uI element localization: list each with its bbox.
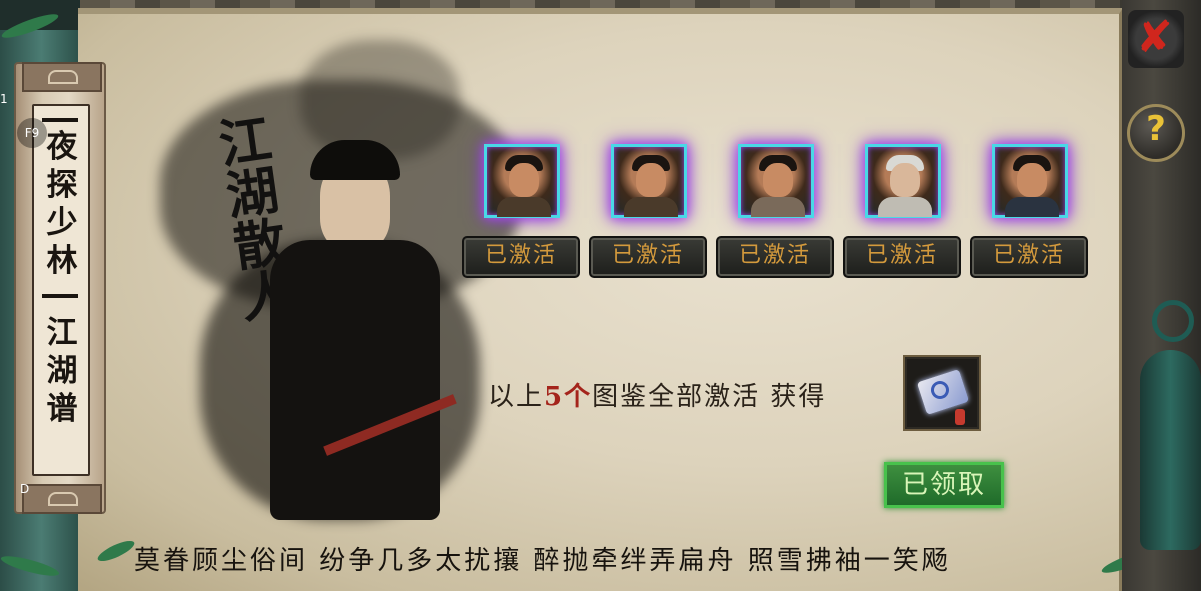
ink-painting: 江 湖 散 人 — [120, 40, 540, 540]
activated-button[interactable]: 已激活 — [589, 236, 707, 278]
portrait-body — [624, 197, 678, 217]
banner-title-char: 少 — [46, 205, 78, 241]
reward-item-slot[interactable] — [903, 355, 981, 431]
reward-prefix: 以上 — [488, 382, 545, 412]
banner-subtitle-char: 江 — [46, 315, 78, 351]
activated-button[interactable]: 已激活 — [843, 236, 961, 278]
bracket-mark — [42, 294, 78, 298]
banner-inner: 夜 探 少 林 江 湖 谱 — [32, 104, 90, 476]
portrait-face — [890, 163, 920, 197]
banner-subtitle: 江 湖 谱 — [42, 314, 82, 428]
swirl-ornament — [48, 492, 78, 506]
activated-button[interactable]: 已激活 — [970, 236, 1088, 278]
activated-button[interactable]: 已激活 — [716, 236, 834, 278]
banner-title-char: 夜 — [46, 129, 78, 165]
poem-text: 莫眷顾尘俗间 纷争几多太扰攘 醉抛牵绊弄扁舟 照雪拂袖一笑飏 — [134, 546, 951, 576]
tassel-knot — [1152, 300, 1194, 342]
hero-card-3[interactable]: 已激活 — [716, 140, 842, 282]
banner-title-char: 林 — [46, 243, 78, 279]
banner-cap-top — [22, 62, 102, 92]
portrait-face — [509, 163, 539, 197]
close-icon: ✘ — [1136, 12, 1173, 63]
hero-card-2[interactable]: 已激活 — [589, 140, 715, 282]
side-mark-bottom: D — [20, 482, 30, 496]
swirl-ornament — [48, 70, 78, 84]
bracket-mark — [42, 118, 78, 122]
reward-text: 以上5个图鉴全部激活 获得 — [488, 376, 826, 413]
reward-suffix: 图鉴全部激活 获得 — [592, 382, 827, 412]
banner-title-char: 探 — [46, 167, 78, 203]
banner-cap-bottom — [22, 484, 102, 514]
portrait-body — [1005, 197, 1059, 217]
hero-portrait[interactable] — [484, 144, 560, 218]
portrait-face — [1017, 163, 1047, 197]
game-screen: 江 湖 散 人 夜 探 少 林 江 湖 谱 1 F9 D 已激活 已激活 已激活… — [0, 0, 1201, 591]
portrait-body — [497, 197, 551, 217]
tassel-icon — [955, 409, 965, 425]
portrait-face — [763, 163, 793, 197]
banner-title: 夜 探 少 林 — [42, 128, 82, 280]
hero-portrait[interactable] — [611, 144, 687, 218]
banner-subtitle-char: 湖 — [46, 353, 78, 389]
activated-button[interactable]: 已激活 — [462, 236, 580, 278]
hero-portrait[interactable] — [738, 144, 814, 218]
side-mark-top: 1 — [0, 92, 8, 106]
portrait-face — [636, 163, 666, 197]
swordsman-body — [270, 240, 440, 520]
hero-card-1[interactable]: 已激活 — [462, 140, 588, 282]
hero-portrait[interactable] — [992, 144, 1068, 218]
hotkey-badge[interactable]: F9 — [17, 118, 47, 148]
hero-card-5[interactable]: 已激活 — [970, 140, 1096, 282]
portrait-body — [751, 197, 805, 217]
help-button[interactable]: ? — [1127, 104, 1185, 162]
hero-portrait[interactable] — [865, 144, 941, 218]
claimed-button[interactable]: 已领取 — [884, 462, 1004, 508]
hero-card-4[interactable]: 已激活 — [843, 140, 969, 282]
tassel-decor — [1140, 350, 1201, 550]
portrait-body — [878, 197, 932, 217]
hero-collection: 已激活 已激活 已激活 已激活 已激活 — [462, 140, 1092, 285]
close-button[interactable]: ✘ — [1128, 10, 1184, 68]
reward-count: 5个 — [544, 382, 593, 412]
help-icon: ? — [1146, 109, 1166, 149]
banner-subtitle-char: 谱 — [46, 391, 78, 427]
